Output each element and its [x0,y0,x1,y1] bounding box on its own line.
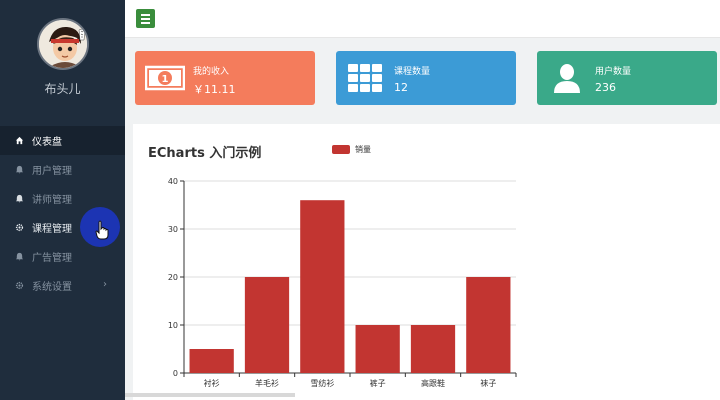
bell-icon [14,194,24,204]
x-tick-label: 雪纺衫 [310,378,334,388]
bar [466,277,511,373]
stat-label: 我的收入 [193,67,230,77]
sidebar-item-label: 系统设置 [32,282,72,293]
gear-icon [14,223,24,233]
hand-cursor-icon [95,220,109,240]
horizontal-scrollbar[interactable] [125,393,295,397]
y-tick-label: 10 [168,321,178,330]
sidebar: 布头儿 仪表盘 用户管理 讲师管理 课程管理 广告管理 系统设置 › [0,0,125,400]
x-tick-label: 裤子 [370,378,386,388]
bell-icon [14,252,24,262]
sidebar-item-settings[interactable]: 系统设置 › [0,271,125,300]
bar [244,277,290,373]
money-icon: 1 [145,65,185,91]
svg-text:1: 1 [162,74,169,85]
bar [410,325,456,373]
menu-toggle-button[interactable] [136,9,155,28]
bar [189,349,234,373]
bar [355,325,400,373]
sidebar-item-label: 讲师管理 [32,195,72,206]
bell-icon [14,165,24,175]
x-tick-label: 高跟鞋 [421,378,445,388]
sidebar-item-label: 用户管理 [32,166,72,177]
y-tick-label: 30 [168,225,178,234]
user-profile: 布头儿 [0,0,125,118]
sidebar-item-users[interactable]: 用户管理 [0,155,125,184]
sidebar-item-ads[interactable]: 广告管理 [0,242,125,271]
bar-chart: 0 10 20 30 40 衬衫 羊毛衫 雪纺衫 裤子 高跟鞋 袜子 [168,177,517,388]
stat-value: 12 [394,81,408,94]
username: 布头儿 [44,82,81,96]
hamburger-line [141,21,150,24]
user-icon [554,64,580,93]
sidebar-item-label: 仪表盘 [32,137,62,148]
x-tick-label: 衬衫 [204,378,220,388]
avatar[interactable] [36,18,89,70]
grid-icon [348,64,382,92]
chevron-right-icon: › [103,279,107,290]
sidebar-item-dashboard[interactable]: 仪表盘 [0,126,125,155]
stat-value: ￥11.11 [193,83,236,96]
chart-panel: ECharts 入门示例 销量 0 10 20 30 40 衬衫 羊毛衫 雪纺衫 裤子 高跟鞋 袜子 [133,124,720,400]
y-tick-label: 20 [168,273,178,282]
bar [300,200,345,373]
hamburger-icon [141,13,150,16]
stat-card-courses[interactable]: 课程数量 12 [336,51,516,105]
hamburger-line [141,17,150,20]
x-tick-label: 袜子 [480,378,496,388]
stat-card-users[interactable]: 用户数量 236 [537,51,717,105]
stat-card-income[interactable]: 1 我的收入 ￥11.11 [135,51,315,105]
sidebar-item-label: 广告管理 [32,253,72,264]
y-tick-label: 40 [168,177,178,186]
stat-label: 课程数量 [394,67,431,77]
stat-label: 用户数量 [595,67,632,77]
sidebar-item-label: 课程管理 [32,224,72,235]
top-bar [125,0,720,38]
gear-icon [14,281,24,291]
y-tick-label: 0 [173,369,178,378]
stat-value: 236 [595,81,616,94]
x-tick-label: 羊毛衫 [255,378,279,388]
home-icon [14,136,24,146]
